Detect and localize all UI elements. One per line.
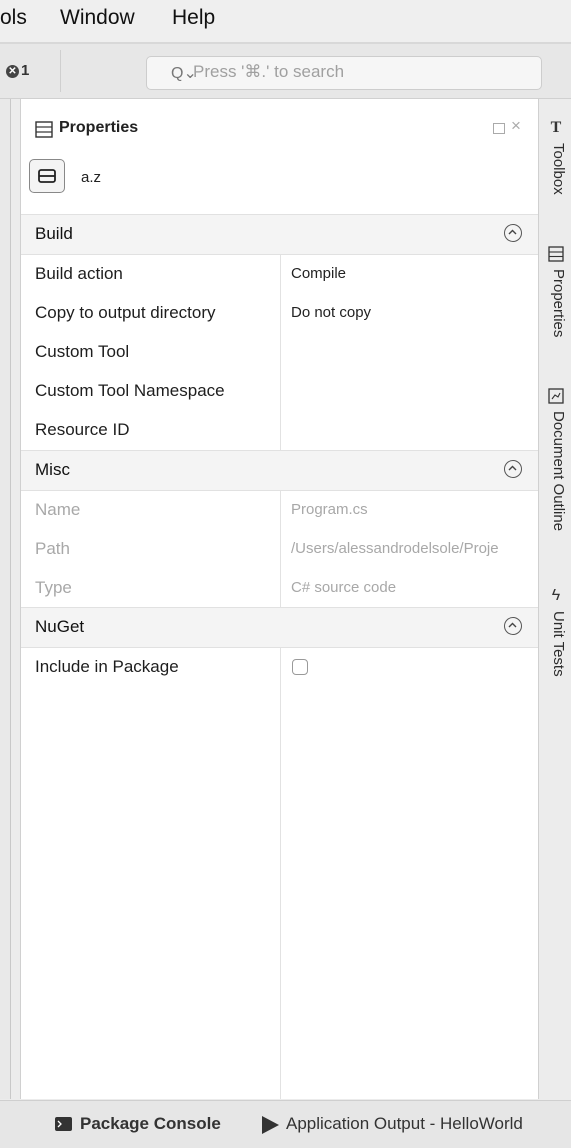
application-output-label: Application Output - HelloWorld	[286, 1114, 523, 1133]
search-input[interactable]	[193, 62, 523, 82]
property-value: Program.cs	[291, 501, 368, 518]
status-bar: Package Console Application Output - Hel…	[0, 1100, 571, 1148]
toolbox-icon: T	[550, 119, 562, 136]
collapse-icon[interactable]	[504, 224, 522, 242]
property-name: Custom Tool	[35, 342, 130, 361]
error-badge[interactable]: ✕ 1	[6, 62, 29, 79]
property-name: Include in Package	[35, 657, 179, 676]
section-misc[interactable]: Misc	[21, 450, 539, 491]
search-box[interactable]: Q⌄	[146, 56, 542, 90]
property-row[interactable]: Name Program.cs	[21, 490, 539, 529]
collapse-icon[interactable]	[504, 460, 522, 478]
properties-icon	[548, 246, 564, 262]
object-name: a.z	[81, 169, 102, 186]
property-row[interactable]: Custom Tool	[21, 332, 539, 371]
property-row[interactable]: Build action Compile	[21, 254, 539, 293]
property-row[interactable]: Type C# source code	[21, 568, 539, 607]
tab-document-outline[interactable]: Document Outline	[539, 387, 571, 567]
property-value: C# source code	[291, 579, 397, 596]
property-name: Resource ID	[35, 420, 130, 439]
property-row[interactable]: Include in Package	[21, 647, 539, 686]
menu-window[interactable]: Window	[60, 6, 135, 30]
menu-tools[interactable]: ols	[0, 6, 27, 30]
section-label: Misc	[35, 460, 70, 479]
property-row[interactable]: Resource ID	[21, 410, 539, 449]
include-in-package-checkbox[interactable]	[292, 659, 308, 675]
error-count: 1	[21, 62, 30, 79]
property-row[interactable]: Path /Users/alessandrodelsole/Proje	[21, 529, 539, 568]
panel-title: Properties	[59, 119, 139, 136]
property-value[interactable]: Do not copy	[291, 304, 539, 321]
right-sidebar: T Toolbox Properties Document Outline ϟ …	[538, 99, 571, 1099]
menu-help[interactable]: Help	[172, 6, 215, 30]
properties-panel: Properties × a.z Build Build action Comp…	[20, 99, 539, 1099]
tab-label: Unit Tests	[550, 611, 567, 677]
property-name: Type	[35, 578, 72, 597]
unit-tests-icon: ϟ	[551, 587, 561, 604]
column-divider	[280, 647, 281, 1099]
section-build[interactable]: Build	[21, 214, 539, 255]
property-name: Custom Tool Namespace	[35, 381, 225, 400]
section-label: Build	[35, 224, 73, 243]
property-name: Name	[35, 500, 81, 519]
package-console-label: Package Console	[80, 1114, 221, 1133]
collapse-icon[interactable]	[504, 617, 522, 635]
property-name: Build action	[35, 264, 123, 283]
play-icon	[262, 1116, 279, 1134]
left-dock-edge	[0, 99, 11, 1099]
property-name: Copy to output directory	[35, 303, 216, 322]
property-value[interactable]: Compile	[291, 265, 539, 282]
tab-label: Document Outline	[550, 411, 567, 532]
error-icon: ✕	[6, 64, 19, 78]
object-type-icon	[29, 159, 65, 193]
section-nuget[interactable]: NuGet	[21, 607, 539, 648]
property-name: Path	[35, 539, 70, 558]
tab-properties[interactable]: Properties	[539, 245, 571, 365]
tab-label: Properties	[550, 269, 567, 338]
property-row[interactable]: Copy to output directory Do not copy	[21, 293, 539, 332]
properties-icon	[35, 121, 53, 138]
dock-pin-icon[interactable]	[493, 123, 505, 134]
toolbar: ✕ 1 Q⌄	[0, 44, 571, 99]
tab-unit-tests[interactable]: ϟ Unit Tests	[539, 587, 571, 697]
section-label: NuGet	[35, 617, 85, 636]
toolbar-divider	[60, 50, 61, 92]
property-row[interactable]: Custom Tool Namespace	[21, 371, 539, 410]
tab-toolbox[interactable]: T Toolbox	[539, 119, 571, 215]
close-icon[interactable]: ×	[511, 116, 521, 136]
property-value: /Users/alessandrodelsole/Proje	[291, 540, 499, 557]
menu-bar: ols Window Help	[0, 0, 571, 44]
tab-label: Toolbox	[550, 143, 567, 195]
terminal-icon	[55, 1117, 72, 1131]
document-outline-icon	[548, 388, 564, 404]
